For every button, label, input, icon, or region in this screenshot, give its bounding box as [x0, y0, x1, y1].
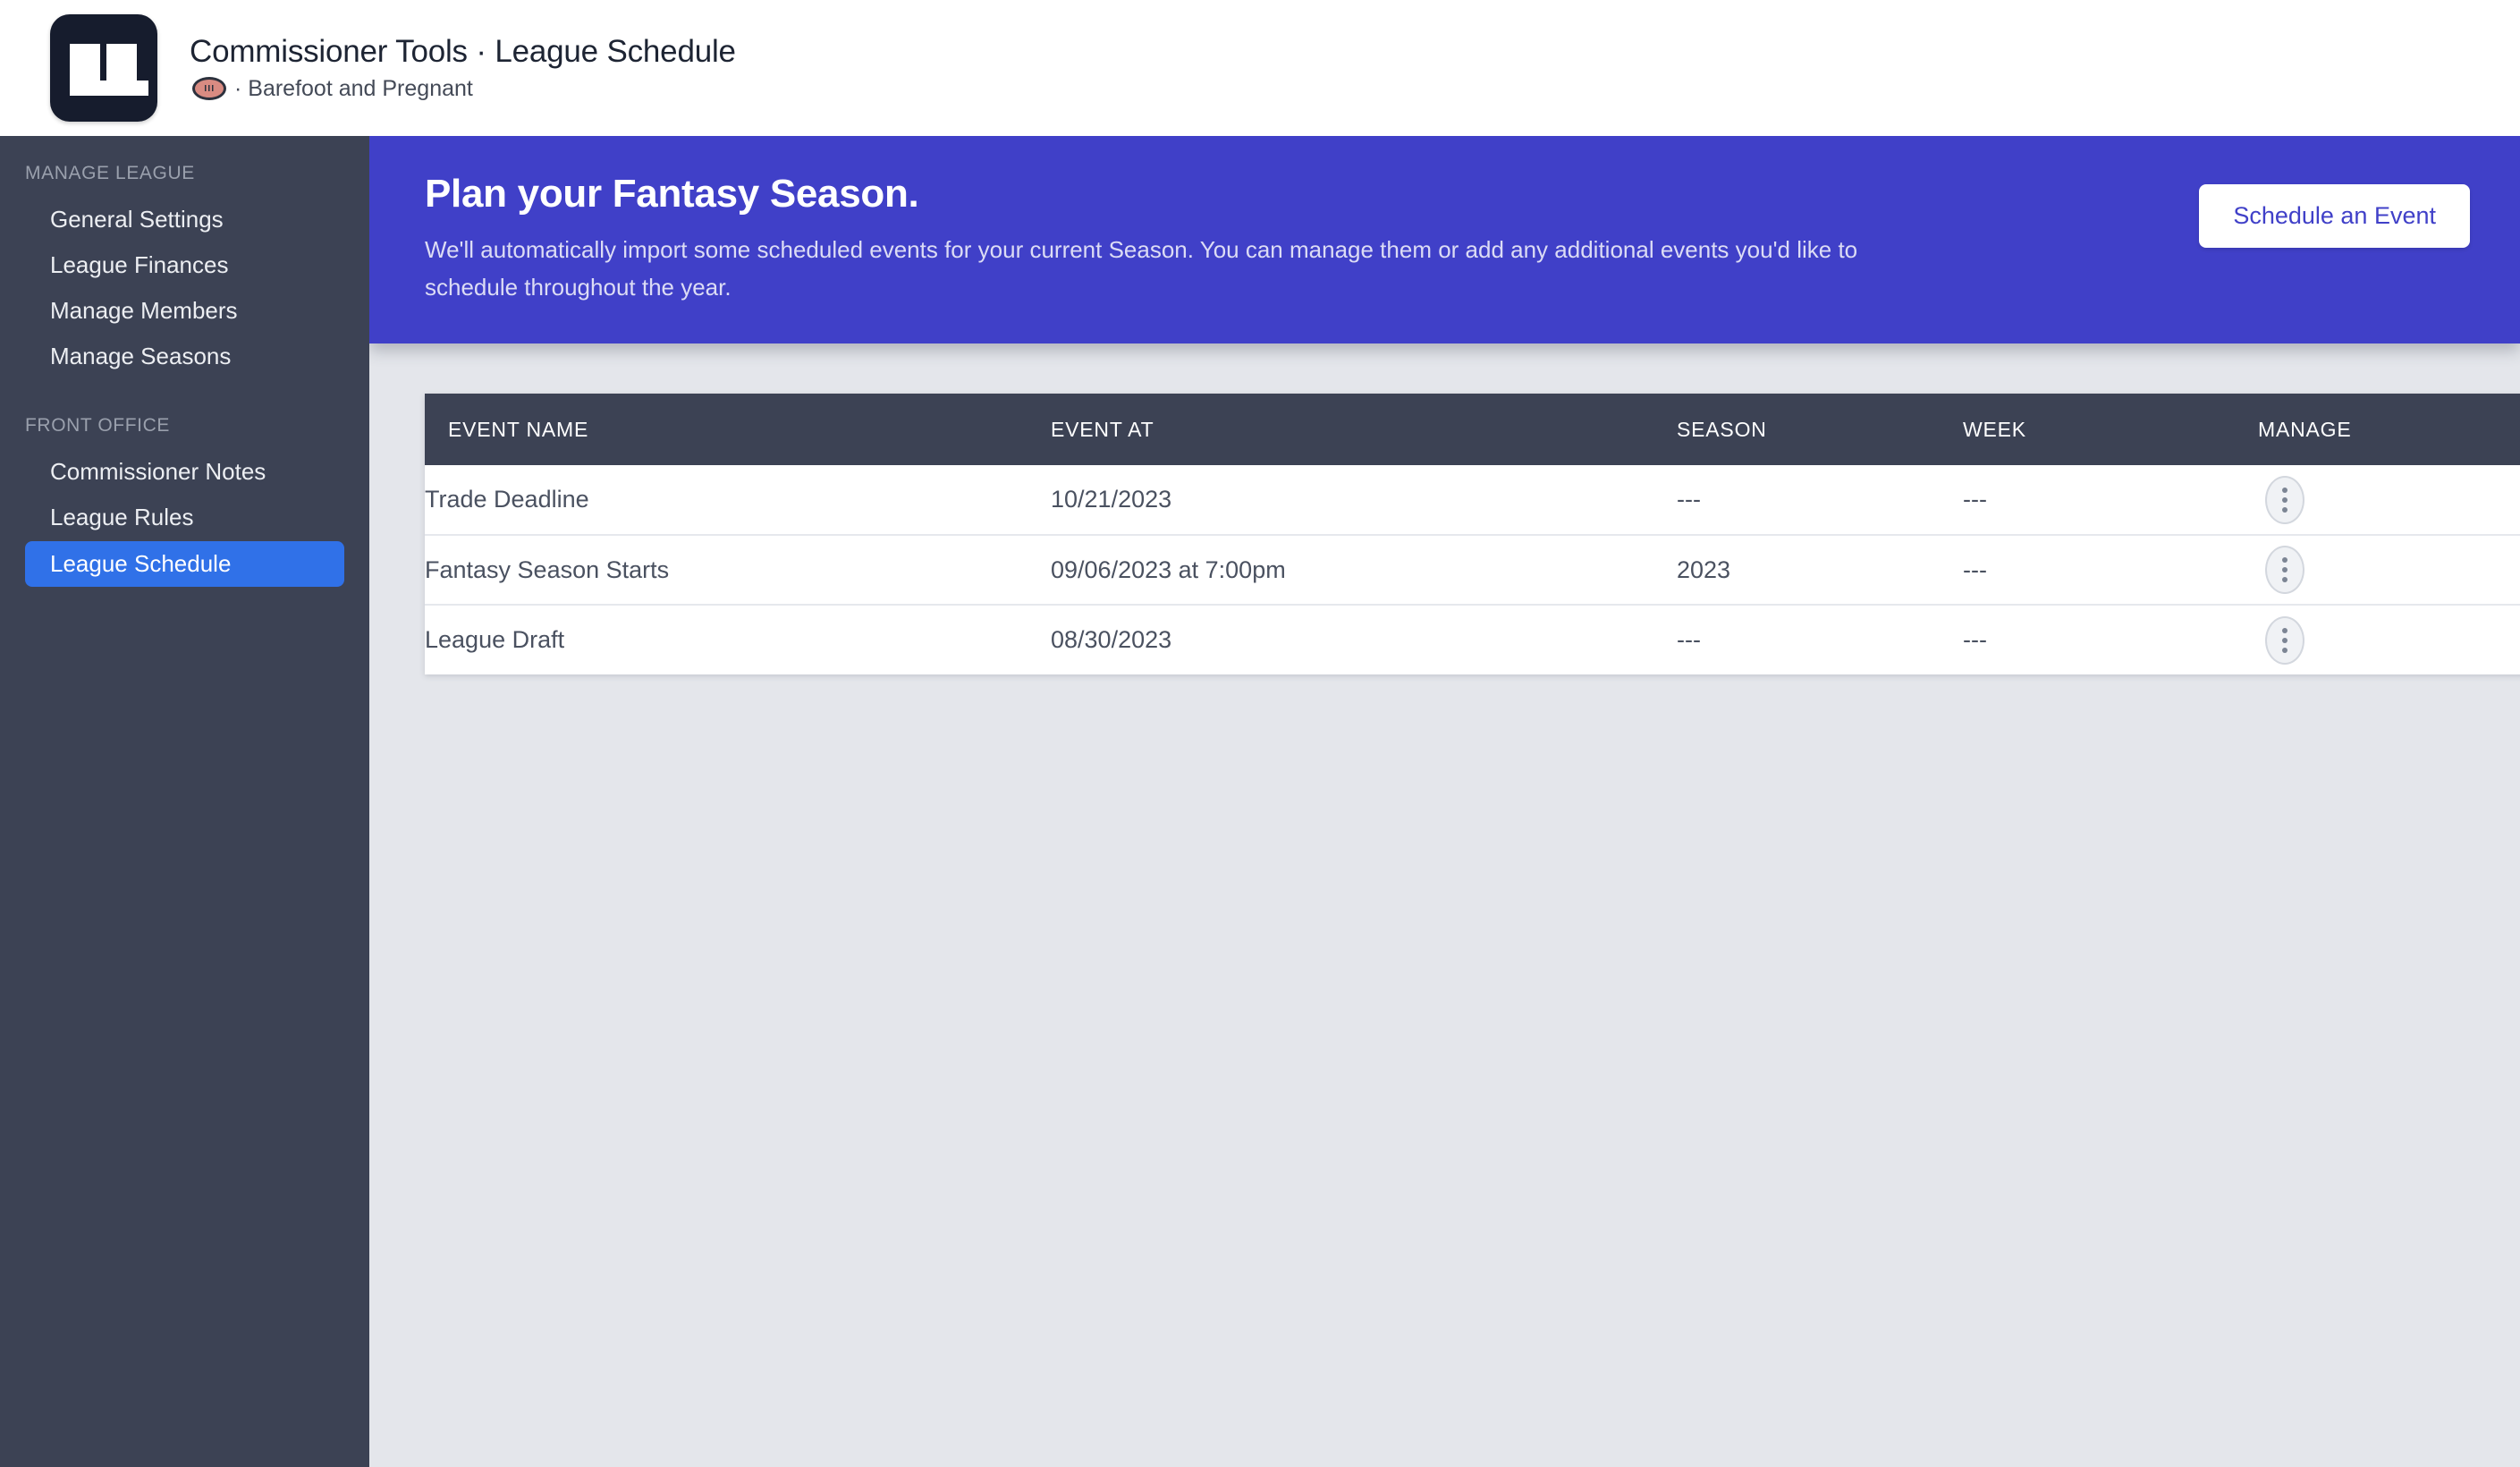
table-header-row: EVENT NAME EVENT AT SEASON WEEK MANAGE [425, 394, 2520, 466]
league-subline: · Barefoot and Pregnant [190, 75, 736, 102]
column-header-event-at: EVENT AT [1051, 394, 1677, 466]
column-header-season: SEASON [1677, 394, 1963, 466]
column-header-manage: MANAGE [2258, 394, 2520, 466]
page-title: Commissioner Tools · League Schedule [190, 34, 736, 69]
cell-event-name: Fantasy Season Starts [425, 535, 1051, 606]
cell-event-name: League Draft [425, 605, 1051, 675]
kebab-menu-icon[interactable] [2265, 475, 2304, 524]
events-table-header: EVENT NAME EVENT AT SEASON WEEK MANAGE [425, 394, 2520, 466]
main-content: Plan your Fantasy Season. We'll automati… [369, 136, 2520, 1467]
sidebar: MANAGE LEAGUE General Settings League Fi… [0, 136, 369, 1467]
events-table-container: EVENT NAME EVENT AT SEASON WEEK MANAGE T… [425, 394, 2520, 675]
cell-manage [2258, 535, 2520, 606]
events-table: EVENT NAME EVENT AT SEASON WEEK MANAGE T… [425, 394, 2520, 675]
cell-event-name: Trade Deadline [425, 465, 1051, 537]
sidebar-item-general-settings[interactable]: General Settings [25, 197, 344, 242]
hero-description: We'll automatically import some schedule… [425, 236, 1858, 301]
column-header-week: WEEK [1963, 394, 2258, 466]
sidebar-item-manage-seasons[interactable]: Manage Seasons [25, 334, 344, 379]
cell-week: --- [1963, 465, 2258, 537]
cell-event-at: 10/21/2023 [1051, 465, 1677, 537]
football-icon [190, 75, 229, 102]
hero-title: Plan your Fantasy Season. [425, 172, 919, 216]
table-row[interactable]: Trade Deadline 10/21/2023 --- --- [425, 465, 2520, 537]
cell-week: --- [1963, 535, 2258, 606]
hero-text-block: Plan your Fantasy Season. We'll automati… [425, 172, 1927, 306]
sidebar-item-manage-members[interactable]: Manage Members [25, 288, 344, 334]
sidebar-item-league-rules[interactable]: League Rules [25, 495, 344, 540]
cell-season: --- [1677, 605, 1963, 675]
body-wrapper: MANAGE LEAGUE General Settings League Fi… [0, 136, 2520, 1467]
logo-letter-l-left [70, 44, 112, 96]
app-header: Commissioner Tools · League Schedule · B… [0, 0, 2520, 136]
sidebar-item-league-finances[interactable]: League Finances [25, 242, 344, 288]
cell-week: --- [1963, 605, 2258, 675]
league-name: · Barefoot and Pregnant [234, 75, 473, 101]
table-row[interactable]: League Draft 08/30/2023 --- --- [425, 605, 2520, 675]
kebab-menu-icon[interactable] [2265, 615, 2304, 665]
table-row[interactable]: Fantasy Season Starts 09/06/2023 at 7:00… [425, 535, 2520, 606]
schedule-an-event-button[interactable]: Schedule an Event [2199, 184, 2470, 248]
sidebar-section-manage-league: MANAGE LEAGUE [25, 163, 195, 183]
events-table-body: Trade Deadline 10/21/2023 --- --- Fantas… [425, 465, 2520, 675]
cell-manage [2258, 605, 2520, 675]
cell-season: 2023 [1677, 535, 1963, 606]
column-header-event-name: EVENT NAME [425, 394, 1051, 466]
sidebar-item-commissioner-notes[interactable]: Commissioner Notes [25, 449, 344, 495]
cell-manage [2258, 465, 2520, 537]
cell-event-at: 08/30/2023 [1051, 605, 1677, 675]
sidebar-item-league-schedule[interactable]: League Schedule [25, 540, 344, 587]
kebab-menu-icon[interactable] [2265, 546, 2304, 595]
header-text-block: Commissioner Tools · League Schedule · B… [190, 34, 736, 102]
cell-season: --- [1677, 465, 1963, 537]
hero-banner: Plan your Fantasy Season. We'll automati… [369, 136, 2520, 344]
brand-logo[interactable] [50, 14, 157, 122]
cell-event-at: 09/06/2023 at 7:00pm [1051, 535, 1677, 606]
logo-letter-l-right [106, 44, 148, 96]
sidebar-section-front-office: FRONT OFFICE [25, 415, 170, 437]
